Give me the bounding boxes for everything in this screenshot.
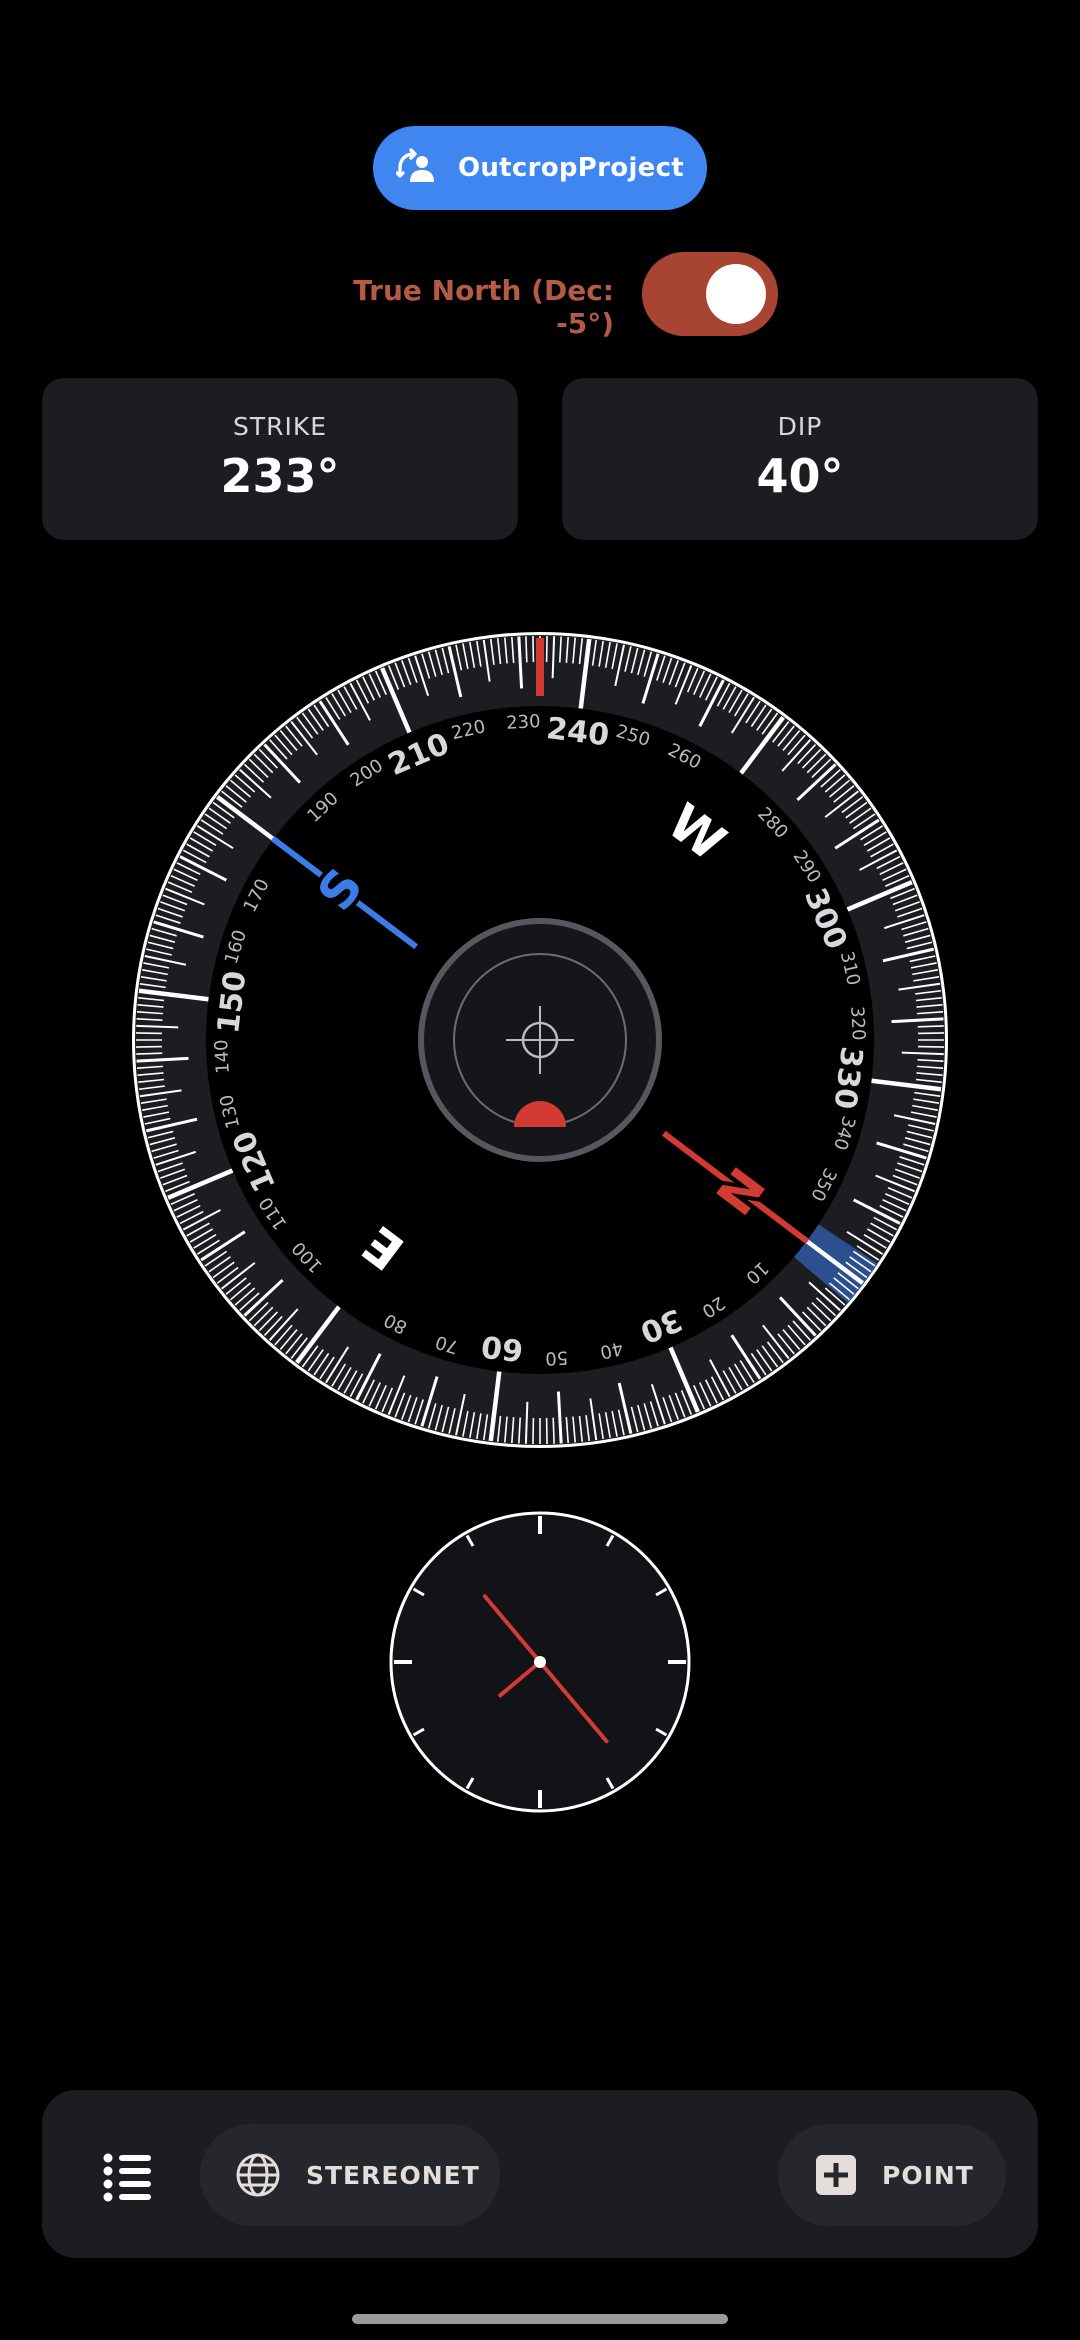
clinometer-dial [389, 1511, 691, 1813]
list-button[interactable] [98, 2144, 158, 2204]
strike-caption: STRIKE [232, 412, 328, 441]
bottom-toolbar: STEREONET POINT [42, 2090, 1038, 2258]
degree-label: 50 [545, 1346, 569, 1368]
dip-value: 40° [756, 449, 844, 503]
dial-tick [917, 1025, 944, 1028]
compass-dial: 102040507080100110130140160170190200220 2… [132, 632, 948, 1448]
dip-caption: DIP [777, 412, 823, 441]
add-point-button[interactable]: POINT [778, 2124, 1006, 2226]
bubble-level [418, 918, 662, 1162]
dial-tick [136, 1052, 163, 1055]
degree-label: 60 [479, 1328, 525, 1368]
degree-label: 140 [211, 1039, 234, 1074]
point-label: POINT [882, 2160, 974, 2190]
true-north-toggle[interactable] [642, 252, 778, 336]
globe-icon [236, 2153, 280, 2197]
degree-label: 320 [846, 1006, 869, 1041]
toggle-knob [706, 264, 766, 324]
project-name: OutcropProject [457, 153, 685, 183]
dip-card: DIP 40° [562, 378, 1038, 540]
project-button[interactable]: OutcropProject [373, 126, 707, 210]
stereonet-label: STEREONET [306, 2160, 480, 2190]
north-reference-label: True North (Dec: -5°) [353, 274, 614, 340]
stereonet-button[interactable]: STEREONET [200, 2124, 500, 2226]
add-box-icon [816, 2155, 856, 2195]
strike-card: STRIKE 233° [42, 378, 518, 540]
home-indicator[interactable] [352, 2314, 728, 2324]
strike-value: 233° [220, 449, 340, 503]
project-switch-icon [395, 148, 434, 182]
dial-tick [525, 636, 528, 663]
clino-pivot [534, 1656, 546, 1668]
degree-label: 230 [506, 711, 541, 734]
list-icon [103, 2153, 151, 2202]
dial-tick [552, 1417, 555, 1444]
